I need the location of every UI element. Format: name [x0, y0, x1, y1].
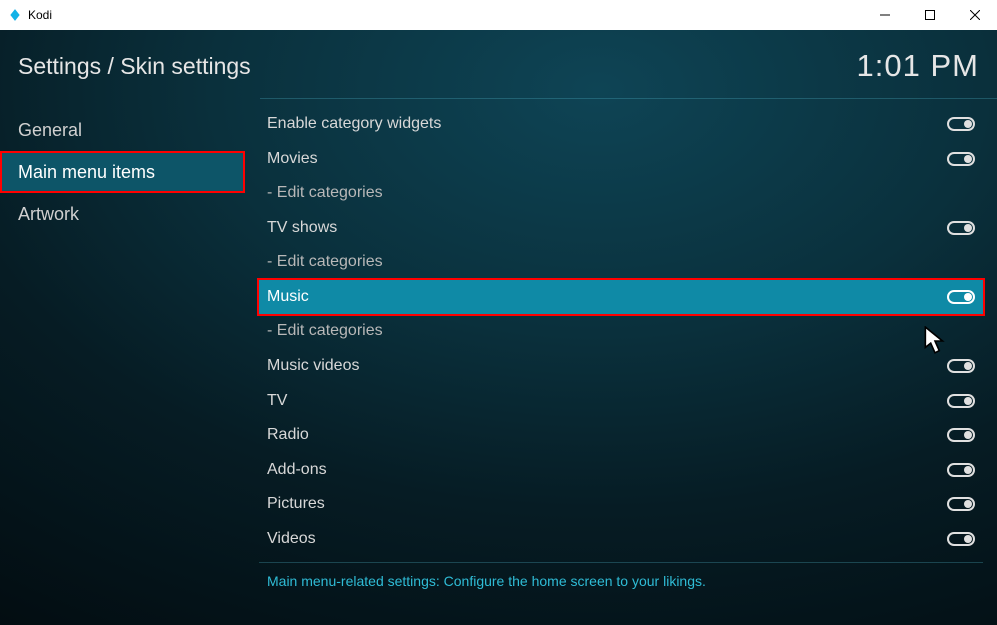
setting-label: Music videos: [267, 357, 359, 375]
setting-radio[interactable]: Radio: [259, 418, 983, 453]
app-area: Settings / Skin settings 1:01 PM General…: [0, 30, 997, 625]
clock: 1:01 PM: [857, 48, 979, 84]
window-title-bar: Kodi: [0, 0, 997, 30]
sidebar-item-general[interactable]: General: [0, 109, 245, 151]
sidebar-item-label: Main menu items: [18, 162, 155, 183]
sidebar-item-artwork[interactable]: Artwork: [0, 193, 245, 235]
setting-label: Pictures: [267, 495, 325, 513]
setting-label: - Edit categories: [267, 184, 383, 202]
setting-music-edit-categories[interactable]: - Edit categories: [259, 314, 983, 349]
setting-videos[interactable]: Videos: [259, 521, 983, 556]
setting-label: Movies: [267, 150, 318, 168]
setting-tv[interactable]: TV: [259, 383, 983, 418]
sidebar-item-label: General: [18, 120, 82, 141]
toggle-icon[interactable]: [947, 463, 975, 477]
toggle-icon[interactable]: [947, 359, 975, 373]
toggle-icon[interactable]: [947, 394, 975, 408]
setting-label: - Edit categories: [267, 253, 383, 271]
setting-movies-edit-categories[interactable]: - Edit categories: [259, 176, 983, 211]
title-left-group: Kodi: [8, 8, 52, 22]
window-controls: [862, 0, 997, 30]
setting-label: - Edit categories: [267, 322, 383, 340]
setting-movies[interactable]: Movies: [259, 142, 983, 177]
toggle-icon[interactable]: [947, 221, 975, 235]
sidebar-item-label: Artwork: [18, 204, 79, 225]
setting-label: Add-ons: [267, 461, 327, 479]
setting-music-videos[interactable]: Music videos: [259, 349, 983, 384]
setting-pictures[interactable]: Pictures: [259, 487, 983, 522]
sidebar-item-main-menu-items[interactable]: Main menu items: [0, 151, 245, 193]
setting-tv-shows-edit-categories[interactable]: - Edit categories: [259, 245, 983, 280]
toggle-icon[interactable]: [947, 117, 975, 131]
close-button[interactable]: [952, 0, 997, 30]
setting-enable-category-widgets[interactable]: Enable category widgets: [259, 107, 983, 142]
settings-description: Main menu-related settings: Configure th…: [259, 563, 983, 599]
breadcrumb: Settings / Skin settings: [18, 53, 251, 80]
toggle-icon[interactable]: [947, 497, 975, 511]
minimize-button[interactable]: [862, 0, 907, 30]
maximize-button[interactable]: [907, 0, 952, 30]
kodi-logo-icon: [8, 8, 22, 22]
body-area: General Main menu items Artwork Enable c…: [0, 99, 997, 599]
toggle-icon[interactable]: [947, 290, 975, 304]
toggle-icon[interactable]: [947, 428, 975, 442]
setting-label: TV shows: [267, 219, 337, 237]
setting-add-ons[interactable]: Add-ons: [259, 452, 983, 487]
setting-label: Radio: [267, 426, 309, 444]
toggle-icon[interactable]: [947, 532, 975, 546]
setting-tv-shows[interactable]: TV shows: [259, 211, 983, 246]
setting-music[interactable]: Music: [259, 280, 983, 315]
setting-label: Music: [267, 288, 309, 306]
setting-label: Enable category widgets: [267, 115, 441, 133]
sidebar: General Main menu items Artwork: [0, 99, 245, 599]
toggle-icon[interactable]: [947, 152, 975, 166]
setting-label: Videos: [267, 530, 316, 548]
content-panel: Enable category widgets Movies - Edit ca…: [245, 99, 997, 599]
window-title: Kodi: [28, 8, 52, 22]
header: Settings / Skin settings 1:01 PM: [0, 30, 997, 98]
setting-label: TV: [267, 392, 287, 410]
